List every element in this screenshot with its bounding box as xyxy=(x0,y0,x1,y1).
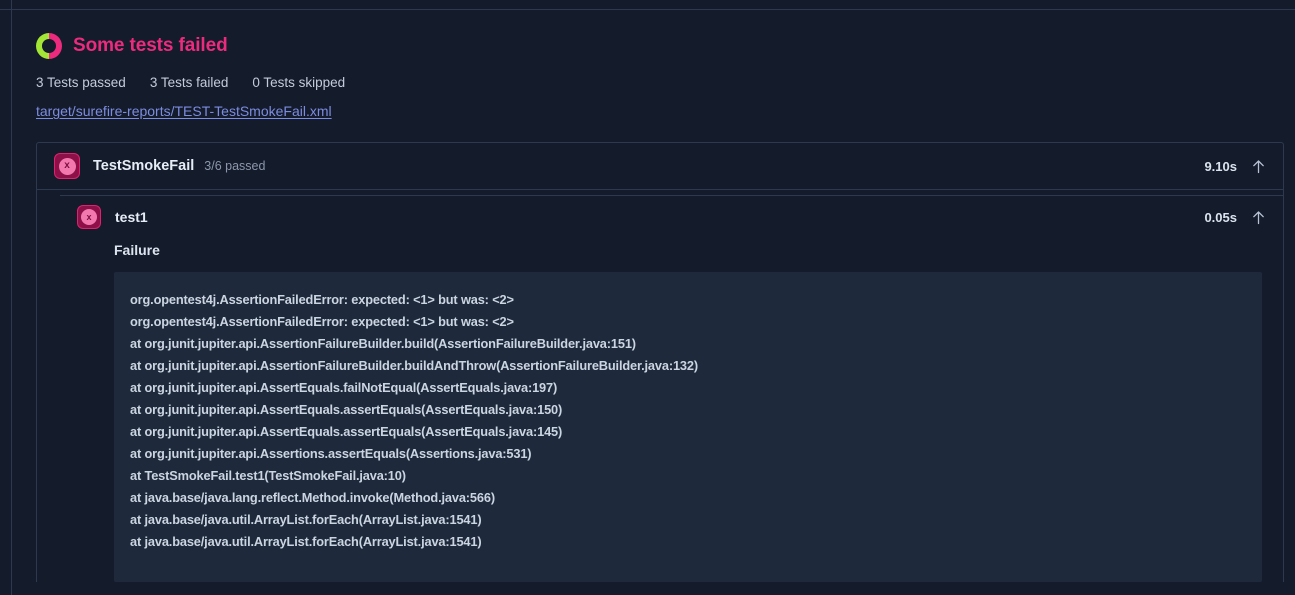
summary-stats: 3 Tests passed 3 Tests failed 0 Tests sk… xyxy=(36,75,1284,90)
report-file-link[interactable]: target/surefire-reports/TEST-TestSmokeFa… xyxy=(36,103,332,119)
stack-trace-line: at java.base/java.lang.reflect.Method.in… xyxy=(130,487,1262,509)
failed-x-icon: x xyxy=(77,205,101,229)
stat-tests-failed: 3 Tests failed xyxy=(150,75,229,90)
suite-name: TestSmokeFail xyxy=(93,158,194,174)
stack-trace-line: at org.junit.jupiter.api.AssertionFailur… xyxy=(130,333,1262,355)
stack-trace-line: at org.junit.jupiter.api.AssertionFailur… xyxy=(130,355,1262,377)
test-name: test1 xyxy=(115,209,148,225)
stack-trace-line: at org.junit.jupiter.api.AssertEquals.as… xyxy=(130,399,1262,421)
test-case-block: x test1 0.05s Failure org.opentest4j.Ass… xyxy=(60,195,1283,582)
test-report-page: Some tests failed 3 Tests passed 3 Tests… xyxy=(0,0,1295,595)
suite-header-row[interactable]: x TestSmokeFail 3/6 passed 9.10s xyxy=(37,143,1283,190)
summary-title-row: Some tests failed xyxy=(36,30,1284,62)
suite-pass-count: 3/6 passed xyxy=(204,159,265,173)
stack-trace-block: org.opentest4j.AssertionFailedError: exp… xyxy=(114,272,1262,582)
window-left-divider xyxy=(11,0,12,595)
test-header-row[interactable]: x test1 0.05s xyxy=(60,196,1283,238)
suite-status-glyph: x xyxy=(59,158,76,175)
suite-card: x TestSmokeFail 3/6 passed 9.10s x test1… xyxy=(36,142,1284,582)
stack-trace-line: org.opentest4j.AssertionFailedError: exp… xyxy=(130,289,1262,311)
failure-label: Failure xyxy=(114,242,1283,258)
stack-trace-line: at org.junit.jupiter.api.AssertEquals.fa… xyxy=(130,377,1262,399)
stack-trace-line: org.opentest4j.AssertionFailedError: exp… xyxy=(130,311,1262,333)
stack-trace-line: at org.junit.jupiter.api.Assertions.asse… xyxy=(130,443,1262,465)
window-top-divider xyxy=(0,9,1295,10)
stack-trace-line: at java.base/java.util.ArrayList.forEach… xyxy=(130,509,1262,531)
stat-tests-skipped: 0 Tests skipped xyxy=(252,75,345,90)
suite-duration: 9.10s xyxy=(1204,159,1237,174)
stack-trace-line: at java.base/java.util.ArrayList.forEach… xyxy=(130,531,1262,553)
arrow-up-icon[interactable] xyxy=(1251,209,1265,225)
stat-tests-passed: 3 Tests passed xyxy=(36,75,126,90)
stack-trace-line: at org.junit.jupiter.api.AssertEquals.as… xyxy=(130,421,1262,443)
failed-x-icon: x xyxy=(54,153,80,179)
arrow-up-icon[interactable] xyxy=(1251,158,1265,174)
page-title: Some tests failed xyxy=(73,35,228,57)
stack-trace-line: at TestSmokeFail.test1(TestSmokeFail.jav… xyxy=(130,465,1262,487)
test-summary: Some tests failed 3 Tests passed 3 Tests… xyxy=(36,30,1284,121)
donut-half-pass-fail-icon xyxy=(36,33,62,59)
test-status-glyph: x xyxy=(81,209,97,225)
test-duration: 0.05s xyxy=(1204,210,1237,225)
